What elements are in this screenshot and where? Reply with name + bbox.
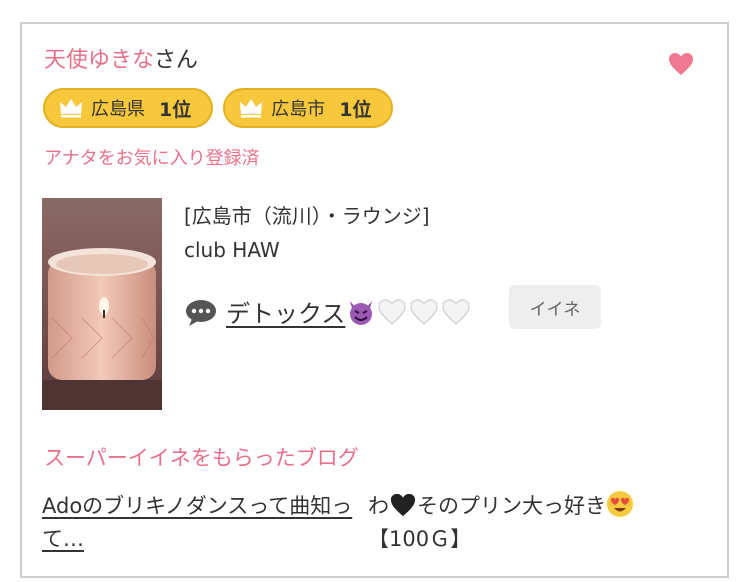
favorite-heart-button[interactable] bbox=[666, 50, 696, 78]
crown-icon bbox=[240, 99, 263, 118]
blog-title-text: デトックス bbox=[226, 300, 346, 328]
user-name-line: 天使ゆきなさん bbox=[44, 46, 198, 76]
candle-photo-thumbnail[interactable] bbox=[42, 198, 162, 410]
ranking-badges: 広島県 1位 広島市 1位 bbox=[43, 88, 394, 128]
iine-button[interactable]: イイネ bbox=[509, 285, 601, 329]
user-name-link[interactable]: 天使ゆきな bbox=[44, 48, 154, 73]
white-heart-icon bbox=[378, 298, 407, 325]
latest-blog-row: デトックス bbox=[184, 294, 473, 329]
comment-main: そのプリン大っ好き bbox=[417, 494, 606, 518]
user-name-suffix: さん bbox=[154, 48, 199, 73]
smiling-devil-icon bbox=[350, 300, 373, 325]
super-iine-section-title: スーパーイイネをもらったブログ bbox=[44, 446, 359, 470]
ranking-area-label: 広島県 bbox=[91, 99, 145, 120]
favorite-user-card: 天使ゆきなさん 広島県 1位 広島市 1位 アナタをお気に入り登録済 [広島市（… bbox=[20, 22, 729, 578]
ranking-badge-city: 広島市 1位 bbox=[223, 88, 394, 128]
shop-area-text: [広島市（流川）・ラウンジ] bbox=[184, 204, 430, 228]
candle-photo bbox=[42, 198, 162, 410]
ranking-badge-prefecture: 広島県 1位 bbox=[43, 88, 214, 128]
heart-icon bbox=[669, 53, 693, 75]
heart-eyes-icon bbox=[607, 491, 633, 517]
black-heart-icon bbox=[390, 493, 416, 517]
blog-title-link[interactable]: デトックス bbox=[226, 294, 473, 329]
crown-icon bbox=[60, 99, 82, 118]
super-iine-blog-link[interactable]: Adoのブリキノダンスって曲知って… bbox=[42, 490, 358, 556]
ranking-position: 1位 bbox=[159, 98, 192, 121]
ranking-area-label: 広島市 bbox=[271, 99, 326, 120]
white-heart-icon bbox=[410, 298, 439, 325]
comment-prefix: わ bbox=[368, 494, 389, 518]
super-iine-comment: わ そのプリン大っ好き 【100Ｇ】 bbox=[368, 490, 708, 556]
comment-amount: 【100Ｇ】 bbox=[368, 527, 472, 551]
ranking-position: 1位 bbox=[339, 98, 372, 121]
speech-bubble-icon bbox=[186, 299, 216, 326]
shop-name-text: club HAW bbox=[184, 238, 280, 262]
favorite-status-text: アナタをお気に入り登録済 bbox=[44, 148, 260, 169]
white-heart-icon bbox=[442, 298, 471, 325]
